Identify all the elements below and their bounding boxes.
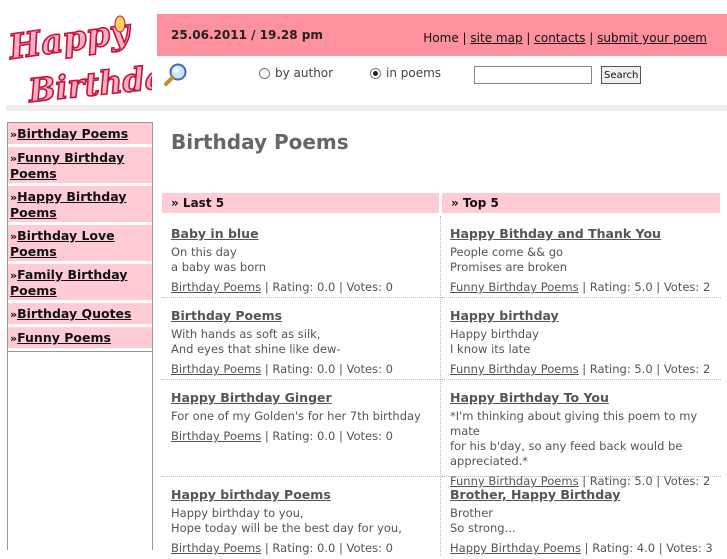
sidebar-item-family-birthday-poems[interactable]: »Family Birthday Poems xyxy=(8,264,152,303)
poem-rating: | Rating: 5.0 | Votes: 2 xyxy=(578,280,711,294)
poem-excerpt-line: And eyes that shine like dew- xyxy=(171,342,341,356)
nav-separator: | xyxy=(589,31,594,45)
sidebar-item-funny-poems[interactable]: »Funny Poems xyxy=(8,327,152,351)
poem-title-link[interactable]: Birthday Poems xyxy=(171,308,282,323)
sidebar-item-label[interactable]: Birthday Quotes xyxy=(17,306,131,321)
poem-item: Happy Birthday Ginger For one of my Gold… xyxy=(162,380,440,477)
poem-item: Happy Bithday and Thank You People come … xyxy=(441,216,721,298)
poem-excerpt-line: With hands as soft as silk, xyxy=(171,327,321,341)
sidebar-item-birthday-love-poems[interactable]: »Birthday Love Poems xyxy=(8,225,152,264)
category-sidebar: »Birthday Poems »Funny Birthday Poems »H… xyxy=(7,122,153,550)
poem-category-link[interactable]: Funny Birthday Poems xyxy=(450,362,579,376)
page-title: Birthday Poems xyxy=(171,130,349,154)
nav-contacts[interactable]: contacts xyxy=(534,31,585,45)
poem-title-link[interactable]: Happy Birthday Ginger xyxy=(171,390,332,405)
poem-title-link[interactable]: Brother, Happy Birthday xyxy=(450,487,620,502)
poem-meta: Happy Birthday Poems | Rating: 4.0 | Vot… xyxy=(450,541,721,555)
radio-in-poems[interactable]: in poems xyxy=(370,66,441,80)
search-bar: by author in poems Search xyxy=(157,58,727,98)
poem-title-link[interactable]: Happy birthday Poems xyxy=(171,487,331,502)
poem-excerpt-line: On this day xyxy=(171,245,237,259)
search-button[interactable]: Search xyxy=(601,66,642,84)
top-bar: 25.06.2011 / 19.28 pm Home | site map | … xyxy=(157,14,727,56)
sidebar-item-birthday-quotes[interactable]: »Birthday Quotes xyxy=(8,303,152,327)
radio-by-author[interactable]: by author xyxy=(259,66,333,80)
search-input[interactable] xyxy=(474,66,592,84)
sidebar-divider xyxy=(8,351,152,352)
poem-meta: Funny Birthday Poems | Rating: 5.0 | Vot… xyxy=(450,362,721,376)
poem-excerpt-line: Happy birthday xyxy=(450,327,539,341)
sidebar-item-label[interactable]: Funny Birthday Poems xyxy=(10,150,124,181)
poem-excerpt-line: So strong... xyxy=(450,521,516,535)
poem-title-link[interactable]: Happy Bithday and Thank You xyxy=(450,226,661,241)
sidebar-item-label[interactable]: Funny Poems xyxy=(17,330,111,345)
sidebar-item-happy-birthday-poems[interactable]: »Happy Birthday Poems xyxy=(8,186,152,225)
sidebar-item-label[interactable]: Birthday Poems xyxy=(17,126,128,141)
poem-title-link[interactable]: Happy Birthday To You xyxy=(450,390,609,405)
poem-rating: | Rating: 0.0 | Votes: 0 xyxy=(261,541,393,555)
sidebar-item-label[interactable]: Birthday Love Poems xyxy=(10,228,115,259)
radio-label: in poems xyxy=(386,66,442,80)
poem-category-link[interactable]: Funny Birthday Poems xyxy=(450,280,579,294)
poem-rating: | Rating: 0.0 | Votes: 0 xyxy=(261,280,393,294)
poem-item: Birthday Poems With hands as soft as sil… xyxy=(162,298,440,380)
top-5-list: Happy Bithday and Thank You People come … xyxy=(441,216,721,559)
poem-excerpt-line: a baby was born xyxy=(171,260,267,274)
candle-flame-icon xyxy=(114,15,126,33)
poem-category-link[interactable]: Birthday Poems xyxy=(171,280,261,294)
nav-submit-poem[interactable]: submit your poem xyxy=(597,31,707,45)
poem-category-link[interactable]: Birthday Poems xyxy=(171,362,261,376)
poem-excerpt-line: Promises are broken xyxy=(450,260,568,274)
poem-excerpt-line: appreciated.* xyxy=(450,454,529,468)
poem-item: Happy birthday Happy birthday I know its… xyxy=(441,298,721,380)
poem-category-link[interactable]: Birthday Poems xyxy=(171,541,261,555)
poem-excerpt-line: Hope today will be the best day for you, xyxy=(171,521,402,535)
site-logo[interactable]: Happy Birthday xyxy=(5,10,189,111)
nav-separator: | xyxy=(526,31,531,45)
poem-excerpt-line: I know its late xyxy=(450,342,531,356)
radio-button[interactable] xyxy=(259,67,270,79)
sidebar-item-label[interactable]: Happy Birthday Poems xyxy=(10,189,126,220)
poem-meta: Birthday Poems | Rating: 0.0 | Votes: 0 xyxy=(171,362,440,376)
poem-excerpt-line: *I'm thinking about giving this poem to … xyxy=(450,409,698,438)
poem-rating: | Rating: 0.0 | Votes: 0 xyxy=(261,362,393,376)
poem-excerpt-line: For one of my Golden's for her 7th birth… xyxy=(171,409,421,423)
poem-excerpt-line: People come && go xyxy=(450,245,564,259)
top-5-header: » Top 5 xyxy=(442,193,720,213)
poem-excerpt-line: for his b'day, so any feed back would be xyxy=(450,439,683,453)
poem-title-link[interactable]: Happy birthday xyxy=(450,308,559,323)
top-navigation: Home | site map | contacts | submit your… xyxy=(423,31,707,45)
sidebar-item-birthday-poems[interactable]: »Birthday Poems xyxy=(8,123,152,147)
poem-item: Baby in blue On this day a baby was born… xyxy=(162,216,440,298)
poem-rating: | Rating: 0.0 | Votes: 0 xyxy=(261,429,393,443)
sidebar-item-label[interactable]: Family Birthday Poems xyxy=(10,267,127,298)
poem-meta: Birthday Poems | Rating: 0.0 | Votes: 0 xyxy=(171,280,440,294)
poem-category-link[interactable]: Happy Birthday Poems xyxy=(450,541,581,555)
magnifier-icon xyxy=(164,63,187,86)
poem-excerpt-line: Happy birthday to you, xyxy=(171,506,304,520)
poem-meta: Birthday Poems | Rating: 0.0 | Votes: 0 xyxy=(171,429,440,443)
nav-home[interactable]: Home xyxy=(423,31,458,45)
poem-title-link[interactable]: Baby in blue xyxy=(171,226,259,241)
last-5-header: » Last 5 xyxy=(162,193,439,213)
radio-button-selected[interactable] xyxy=(370,67,381,79)
poem-category-link[interactable]: Birthday Poems xyxy=(171,429,261,443)
current-datetime: 25.06.2011 / 19.28 pm xyxy=(171,28,323,42)
last-5-list: Baby in blue On this day a baby was born… xyxy=(162,216,440,559)
header-divider xyxy=(6,105,727,111)
poem-item: Brother, Happy Birthday Brother So stron… xyxy=(441,477,721,559)
poem-item: Happy Birthday To You *I'm thinking abou… xyxy=(441,380,721,488)
nav-site-map[interactable]: site map xyxy=(470,31,522,45)
poem-rating: | Rating: 4.0 | Votes: 3 xyxy=(581,541,713,555)
nav-separator: | xyxy=(462,31,467,45)
poem-meta: Birthday Poems | Rating: 0.0 | Votes: 0 xyxy=(171,541,440,555)
poem-item: Happy birthday Poems Happy birthday to y… xyxy=(162,477,440,559)
poem-excerpt-line: Brother xyxy=(450,506,494,520)
poem-meta: Funny Birthday Poems | Rating: 5.0 | Vot… xyxy=(450,280,721,294)
radio-label: by author xyxy=(275,66,334,80)
poem-rating: | Rating: 5.0 | Votes: 2 xyxy=(578,362,711,376)
sidebar-item-funny-birthday-poems[interactable]: »Funny Birthday Poems xyxy=(8,147,152,186)
